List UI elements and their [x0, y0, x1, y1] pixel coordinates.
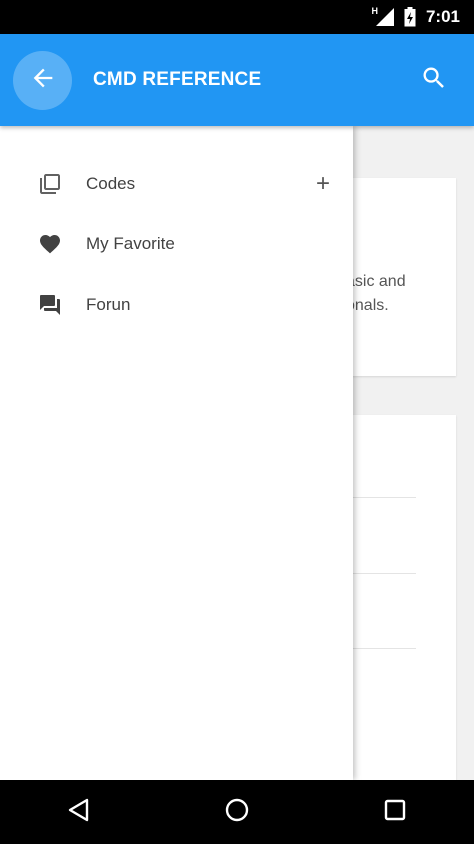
nav-back-button[interactable] — [59, 792, 99, 832]
app-title: CMD REFERENCE — [93, 34, 261, 126]
heart-icon — [37, 231, 63, 257]
drawer-item-my-favorite[interactable]: My Favorite — [0, 213, 353, 274]
clock: 7:01 — [426, 7, 460, 27]
drawer-item-codes[interactable]: Codes + — [0, 153, 353, 214]
plus-icon[interactable]: + — [316, 172, 330, 196]
nav-home-button[interactable] — [217, 792, 257, 832]
forum-icon — [37, 292, 63, 318]
app-bar: CMD REFERENCE — [0, 34, 474, 126]
drawer-item-label: Codes — [86, 174, 135, 194]
drawer-item-label: Forun — [86, 295, 130, 315]
signal-icon — [374, 7, 396, 27]
recents-square-icon — [383, 798, 407, 827]
navigation-drawer: Codes + My Favorite Forun — [0, 126, 353, 780]
nav-recents-button[interactable] — [375, 792, 415, 832]
battery-charging-icon — [404, 7, 416, 27]
search-button[interactable] — [416, 62, 452, 98]
arrow-back-icon — [29, 64, 57, 97]
drawer-item-forum[interactable]: Forun — [0, 274, 353, 335]
status-bar: H 7:01 — [0, 0, 474, 34]
system-nav-bar — [0, 780, 474, 844]
home-circle-icon — [224, 797, 250, 828]
card-description: asic and onals. — [346, 270, 406, 318]
search-icon — [420, 64, 448, 97]
library-icon — [37, 171, 63, 197]
back-button[interactable] — [13, 51, 72, 110]
drawer-item-label: My Favorite — [86, 234, 175, 254]
back-triangle-icon — [66, 797, 92, 828]
